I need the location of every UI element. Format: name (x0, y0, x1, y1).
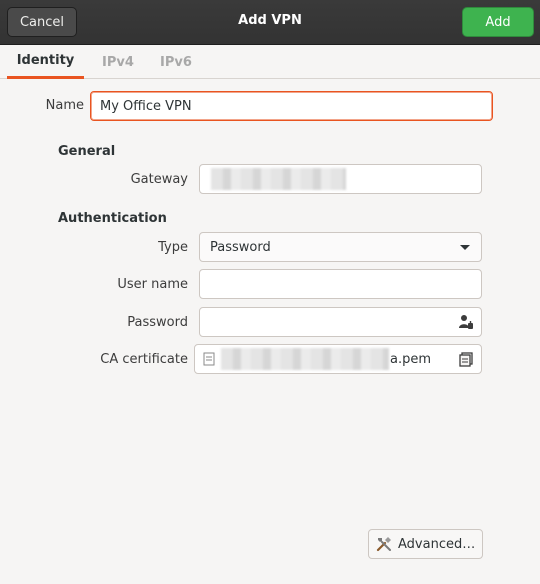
type-label: Type (158, 240, 188, 255)
name-label: Name (45, 98, 84, 113)
gateway-value-redacted (211, 168, 346, 190)
password-label: Password (127, 315, 188, 330)
gateway-label: Gateway (130, 172, 188, 187)
password-input[interactable] (199, 307, 482, 337)
header-bar: Cancel Add VPN Add (0, 0, 540, 45)
ca-certificate-field[interactable]: a.pem (194, 344, 482, 374)
general-heading: General (58, 144, 116, 159)
dialog-title: Add VPN (238, 13, 302, 28)
add-button[interactable]: Add (462, 7, 534, 37)
ca-filename-suffix: a.pem (390, 351, 432, 367)
ca-certificate-label: CA certificate (100, 352, 188, 367)
advanced-button[interactable]: Advanced… (368, 529, 483, 559)
type-value: Password (210, 239, 271, 255)
user-password-icon[interactable] (458, 314, 474, 334)
browse-file-icon[interactable] (459, 352, 473, 371)
gateway-input[interactable] (199, 164, 482, 194)
tab-ipv6[interactable]: IPv6 (154, 45, 198, 79)
authentication-heading: Authentication (58, 211, 167, 226)
dialog-content: Identity IPv4 IPv6 Name My Office VPN Ge… (0, 45, 540, 584)
tab-identity[interactable]: Identity (7, 45, 84, 79)
tab-bar: Identity IPv4 IPv6 (0, 45, 540, 79)
name-value: My Office VPN (100, 98, 192, 114)
username-label: User name (117, 277, 188, 292)
name-input[interactable]: My Office VPN (90, 91, 493, 121)
chevron-down-icon (460, 245, 470, 250)
advanced-label: Advanced… (398, 536, 476, 552)
file-icon (203, 352, 215, 366)
username-input[interactable] (199, 269, 482, 299)
tools-icon (376, 536, 392, 552)
tab-ipv4[interactable]: IPv4 (96, 45, 140, 79)
type-dropdown[interactable]: Password (199, 232, 482, 262)
ca-path-redacted (221, 348, 389, 370)
